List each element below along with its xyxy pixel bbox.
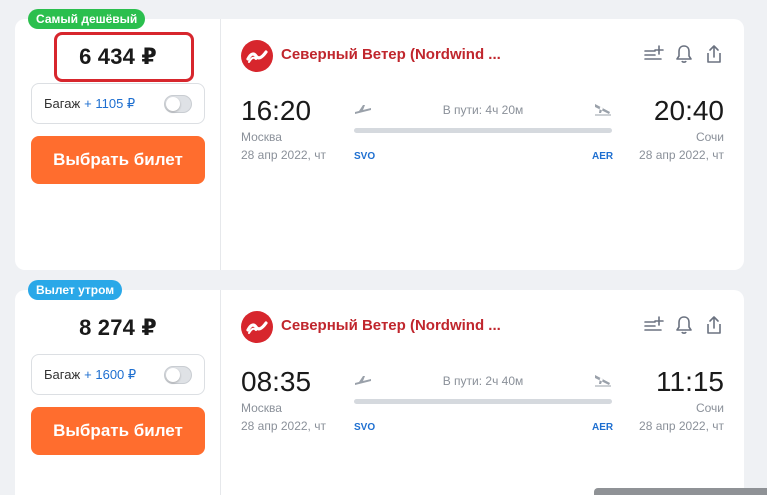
arrival-airport-code: AER — [592, 422, 614, 433]
playlist-add-icon[interactable] — [644, 43, 664, 65]
departure-date: 28 апр 2022, чт — [241, 148, 326, 162]
landing-icon — [594, 373, 612, 387]
nordwind-logo — [241, 311, 273, 343]
price-panel: Самый дешёвый 6 434 ₽ Багаж + 1105 ₽ Выбр… — [15, 9, 221, 270]
bell-icon[interactable] — [674, 43, 694, 65]
select-ticket-button[interactable]: Выбрать билет — [31, 136, 205, 184]
arrival-time: 20:40 — [653, 95, 724, 126]
baggage-label: Багаж + 1105 ₽ — [44, 96, 136, 111]
arrival-time: 11:15 — [656, 366, 724, 397]
baggage-price: + 1105 ₽ — [84, 96, 136, 111]
arrival-airport-code: AER — [592, 151, 614, 162]
arrival-date: 28 апр 2022, чт — [639, 148, 724, 162]
card-actions — [644, 43, 724, 65]
baggage-label: Багаж + 1600 ₽ — [44, 367, 137, 382]
arrival-city: Сочи — [695, 401, 724, 415]
select-ticket-button[interactable]: Выбрать билет — [31, 407, 205, 455]
share-icon[interactable] — [704, 43, 724, 65]
badge-cheapest: Самый дешёвый — [28, 9, 146, 29]
baggage-option[interactable]: Багаж + 1600 ₽ — [31, 354, 205, 395]
nordwind-logo — [241, 40, 273, 72]
departure-airport-code: SVO — [354, 151, 376, 162]
playlist-add-icon[interactable] — [644, 314, 664, 336]
card-actions — [644, 314, 724, 336]
baggage-toggle[interactable] — [164, 366, 192, 384]
departure-date: 28 апр 2022, чт — [241, 419, 326, 433]
departure-time: 08:35 — [241, 366, 312, 397]
price-panel: Вылет утром 8 274 ₽ Багаж + 1600 ₽ Выбрат… — [15, 280, 221, 495]
baggage-toggle[interactable] — [164, 95, 192, 113]
baggage-price: + 1600 ₽ — [84, 367, 137, 382]
flight-card[interactable]: Вылет утром 8 274 ₽ Багаж + 1600 ₽ Выбрат… — [15, 280, 744, 495]
ticket-price: 8 274 ₽ — [79, 315, 157, 340]
flight-duration: В пути: 2ч 40м — [442, 374, 524, 388]
baggage-option[interactable]: Багаж + 1105 ₽ — [31, 83, 205, 124]
airline-name[interactable]: Северный Ветер (Nordwind ... — [281, 46, 501, 63]
departure-city: Москва — [241, 130, 282, 144]
landing-icon — [594, 102, 612, 116]
flight-card[interactable]: Самый дешёвый 6 434 ₽ Багаж + 1105 ₽ Выбр… — [15, 9, 744, 270]
badge-morning: Вылет утром — [28, 280, 123, 300]
arrival-city: Сочи — [695, 130, 724, 144]
scrollbar-thumb[interactable] — [594, 488, 767, 495]
departure-city: Москва — [241, 401, 282, 415]
departure-time: 16:20 — [241, 95, 312, 126]
airline-name[interactable]: Северный Ветер (Nordwind ... — [281, 317, 501, 334]
share-icon[interactable] — [704, 314, 724, 336]
route-line — [354, 128, 612, 133]
departure-airport-code: SVO — [354, 422, 376, 433]
route-line — [354, 399, 612, 404]
ticket-price: 6 434 ₽ — [79, 44, 157, 69]
arrival-date: 28 апр 2022, чт — [639, 419, 724, 433]
bell-icon[interactable] — [674, 314, 694, 336]
flight-duration: В пути: 4ч 20м — [442, 103, 524, 117]
